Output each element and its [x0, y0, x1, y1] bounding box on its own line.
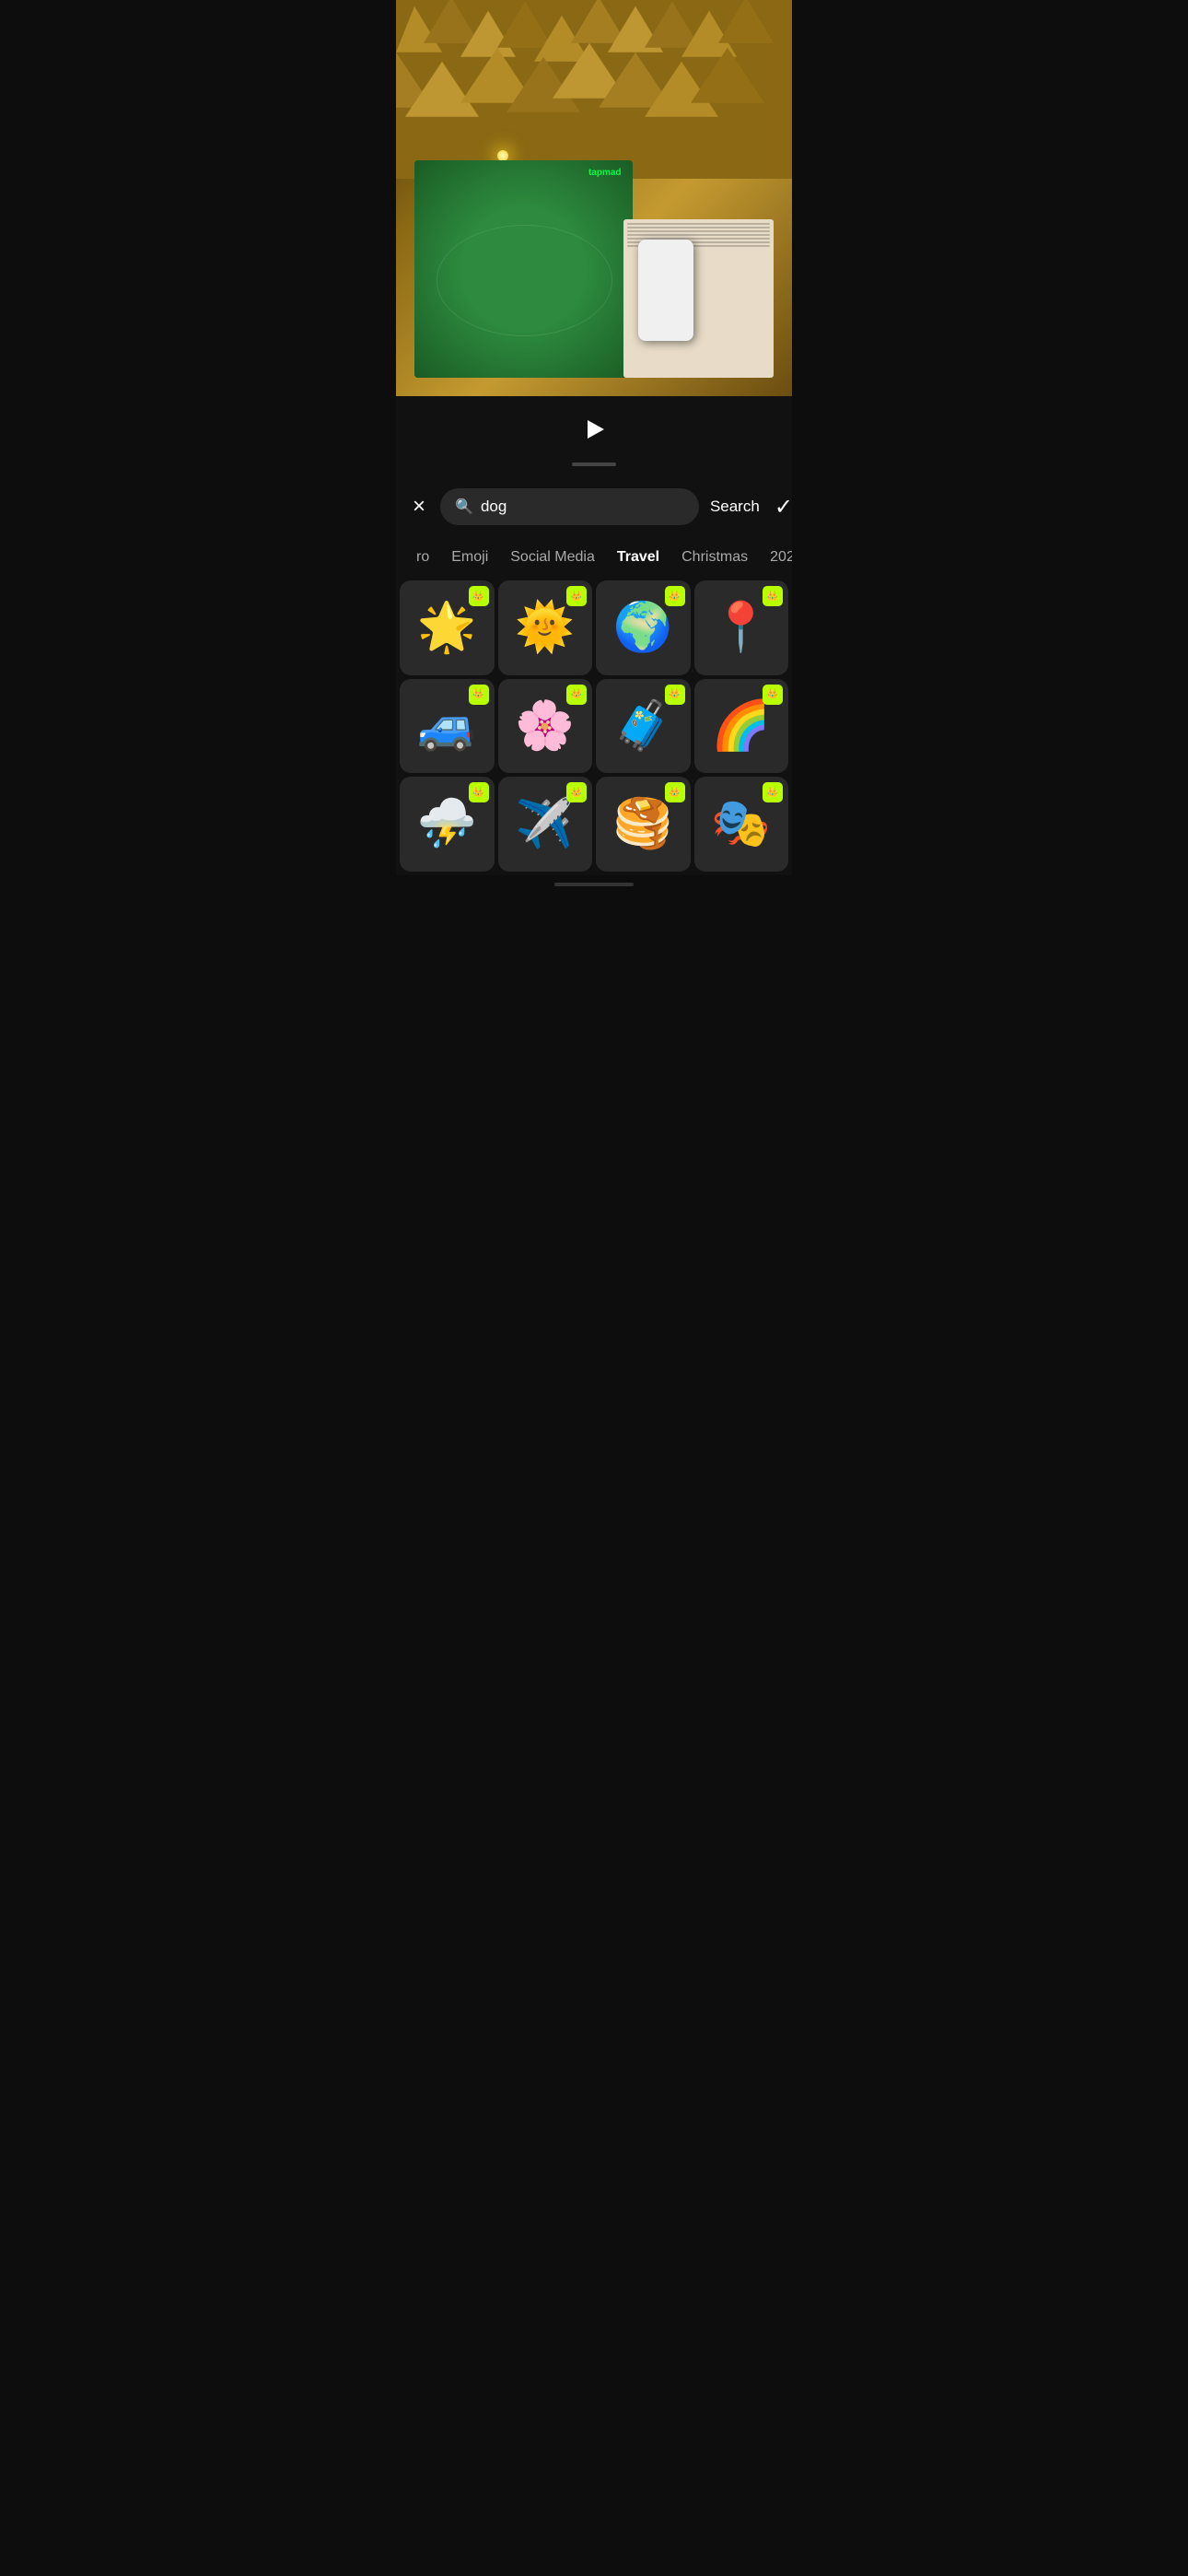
tab-emoji[interactable]: Emoji [440, 545, 499, 569]
sticker-angry-cloud[interactable]: 👑⛈️ [400, 777, 495, 872]
play-button-area [396, 396, 792, 457]
tab-travel[interactable]: Travel [606, 545, 670, 569]
search-input-wrapper[interactable]: 🔍 [440, 488, 699, 525]
sticker-theater[interactable]: 👑🎭 [694, 777, 789, 872]
tab-social-media[interactable]: Social Media [499, 545, 606, 569]
bottom-scrollbar [554, 883, 634, 886]
sticker-image-airplane: ✈️ [515, 800, 575, 848]
crown-badge: 👑 [763, 782, 783, 802]
sticker-earth-globe[interactable]: 👑🌍 [596, 580, 691, 675]
sticker-cool-sun[interactable]: 👑🌞 [498, 580, 593, 675]
category-tabs: roEmojiSocial MediaTravelChristmas2025Ar… [396, 534, 792, 577]
play-button[interactable] [577, 413, 611, 446]
search-label[interactable]: Search [710, 498, 760, 516]
scroll-dot [572, 463, 616, 466]
close-icon: × [413, 494, 425, 520]
tab-ro[interactable]: ro [405, 545, 440, 569]
tv-screen: tapmad [414, 160, 633, 379]
sticker-travel-car[interactable]: 👑🚙 [400, 679, 495, 774]
check-icon: ✓ [775, 495, 793, 520]
sticker-image-earth-globe: 🌍 [613, 603, 673, 651]
crown-badge: 👑 [566, 782, 587, 802]
cricket-field [414, 160, 633, 379]
sticker-pancake-tower[interactable]: 👑🥞 [596, 777, 691, 872]
sticker-image-theater: 🎭 [711, 800, 771, 848]
crown-badge: 👑 [763, 586, 783, 606]
sticker-image-rainbow: 🌈 [711, 702, 771, 750]
laptop-line [627, 234, 770, 236]
sticker-suitcase[interactable]: 👑🧳 [596, 679, 691, 774]
crown-badge: 👑 [566, 685, 587, 705]
crown-badge: 👑 [566, 586, 587, 606]
sticker-grid: 👑🌟👑🌞👑🌍👑📍👑🚙👑🌸👑🧳👑🌈👑⛈️👑✈️👑🥞👑🎭 [396, 577, 792, 875]
crown-badge: 👑 [665, 782, 685, 802]
wall-texture [396, 0, 792, 179]
crown-badge: 👑 [665, 685, 685, 705]
sticker-image-cool-sun: 🌞 [515, 603, 575, 651]
sticker-image-pancake-tower: 🥞 [613, 800, 673, 848]
search-input[interactable] [481, 498, 684, 516]
sticker-image-travel-car: 🚙 [417, 702, 477, 750]
check-button[interactable]: ✓ [771, 490, 797, 524]
sticker-image-map-pin: 📍 [711, 603, 771, 651]
sticker-image-pink-flower: 🌸 [515, 702, 575, 750]
tapmad-label: tapmad [588, 168, 622, 178]
crown-badge: 👑 [469, 782, 489, 802]
tab-christmas[interactable]: Christmas [670, 545, 759, 569]
sticker-airplane[interactable]: 👑✈️ [498, 777, 593, 872]
video-thumbnail: tapmad [396, 0, 792, 396]
crown-badge: 👑 [469, 685, 489, 705]
laptop-line [627, 223, 770, 225]
video-section: tapmad [396, 0, 792, 396]
scroll-indicator [396, 457, 792, 479]
sticker-pink-flower[interactable]: 👑🌸 [498, 679, 593, 774]
sticker-image-suitcase: 🧳 [613, 702, 673, 750]
tab-2025[interactable]: 2025 [759, 545, 792, 569]
crown-badge: 👑 [665, 586, 685, 606]
laptop-line [627, 230, 770, 232]
sticker-sparkle-star[interactable]: 👑🌟 [400, 580, 495, 675]
crown-badge: 👑 [763, 685, 783, 705]
play-icon [588, 420, 604, 439]
search-icon: 🔍 [455, 498, 473, 516]
crown-badge: 👑 [469, 586, 489, 606]
close-button[interactable]: × [409, 490, 429, 523]
sticker-image-angry-cloud: ⛈️ [417, 800, 477, 848]
laptop-line [627, 227, 770, 228]
search-bar-area: × 🔍 Search ✓ [396, 479, 792, 534]
sticker-image-sparkle-star: 🌟 [417, 603, 477, 651]
phone-overlay [638, 240, 693, 341]
sticker-rainbow[interactable]: 👑🌈 [694, 679, 789, 774]
sticker-map-pin[interactable]: 👑📍 [694, 580, 789, 675]
